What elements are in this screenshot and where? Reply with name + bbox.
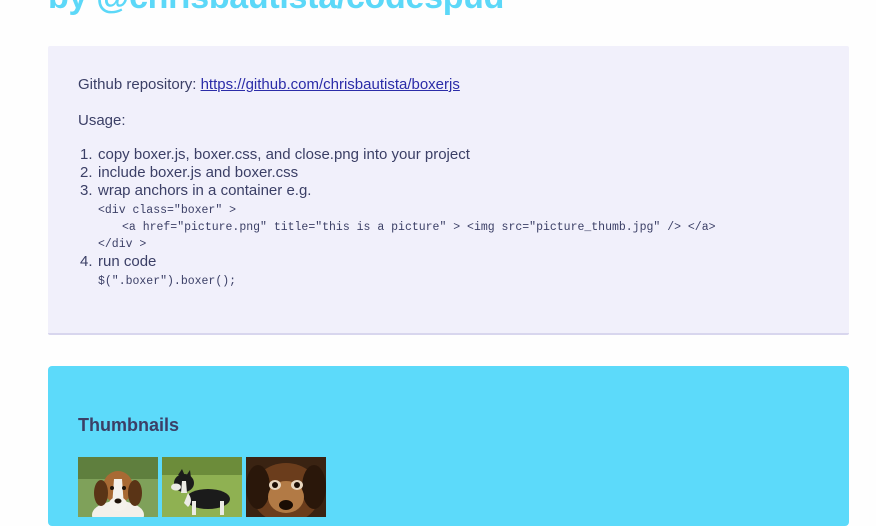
repo-line: Github repository: https://github.com/ch… (78, 76, 460, 93)
step-text: copy boxer.js, boxer.css, and close.png … (98, 146, 470, 163)
thumbnail-row (78, 457, 326, 517)
step-item: 4. run code $(".boxer").boxer(); (80, 253, 716, 290)
code-block: $(".boxer").boxer(); (98, 273, 716, 290)
beagle-puppy-thumbnail[interactable] (78, 457, 158, 517)
code-line: $(".boxer").boxer(); (98, 275, 237, 288)
step-text: wrap anchors in a container e.g. (98, 182, 312, 199)
thumbnails-panel: Thumbnails (48, 366, 849, 526)
step-number: 1. (80, 146, 93, 163)
code-line: <a href="picture.png" title="this is a p… (122, 221, 716, 234)
step-item: 3. wrap anchors in a container e.g. <div… (80, 182, 716, 253)
brown-dog-closeup-thumbnail[interactable] (246, 457, 326, 517)
usage-panel: Github repository: https://github.com/ch… (48, 46, 849, 335)
thumbnails-heading: Thumbnails (78, 415, 180, 435)
step-item: 2. include boxer.js and boxer.css (80, 164, 716, 182)
step-item: 1. copy boxer.js, boxer.css, and close.p… (80, 146, 716, 164)
step-text: include boxer.js and boxer.css (98, 164, 299, 181)
border-collie-thumbnail[interactable] (162, 457, 242, 517)
beagle-puppy-image (78, 457, 158, 517)
page-title: by @chrisbautista/codespud (48, 0, 504, 17)
step-number: 4. (80, 253, 93, 270)
brown-dog-closeup-image (246, 457, 326, 517)
code-block: <div class="boxer" > <a href="picture.pn… (98, 202, 716, 253)
repo-label: Github repository: (78, 76, 197, 93)
step-number: 3. (80, 182, 93, 199)
usage-heading: Usage: (78, 112, 126, 129)
step-text: run code (98, 253, 157, 270)
border-collie-image (162, 457, 242, 517)
code-line: <div class="boxer" > (98, 204, 237, 217)
repo-link[interactable]: https://github.com/chrisbautista/boxerjs (201, 76, 460, 93)
step-number: 2. (80, 164, 93, 181)
code-line: </div > (98, 238, 147, 251)
usage-steps: 1. copy boxer.js, boxer.css, and close.p… (80, 146, 716, 290)
